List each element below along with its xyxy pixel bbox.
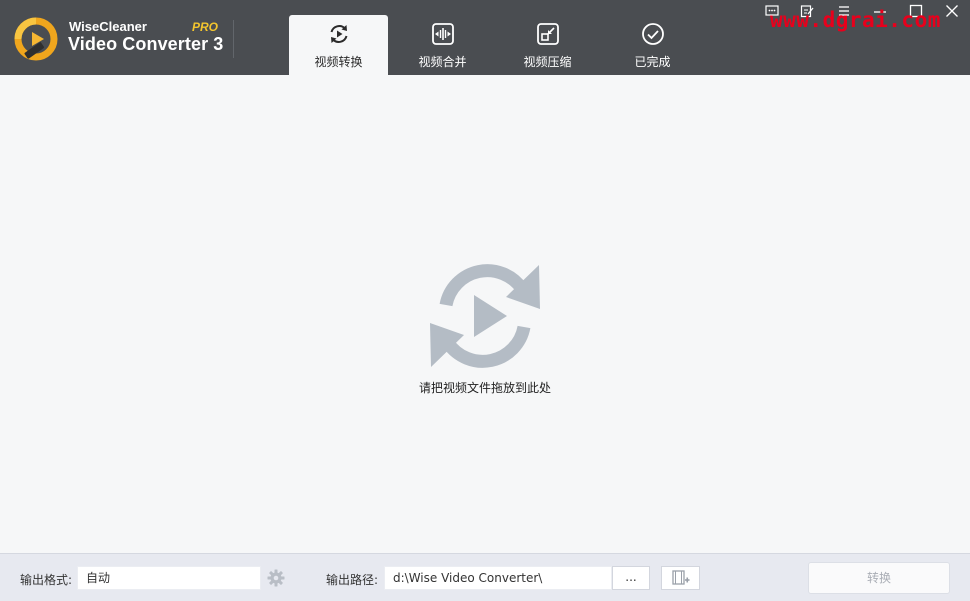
header-divider <box>233 20 234 58</box>
bottom-bar: 输出格式: 自动 输出路径: d:\Wise Video Converter\ … <box>0 553 970 601</box>
tab-done[interactable]: 已完成 <box>603 15 702 75</box>
close-icon <box>946 5 958 17</box>
drop-hint-text: 请把视频文件拖放到此处 <box>418 381 551 395</box>
pro-badge: PRO <box>192 20 219 34</box>
tab-convert[interactable]: 视频转换 <box>289 15 388 75</box>
output-path-input[interactable]: d:\Wise Video Converter\ <box>384 566 612 590</box>
output-format-select[interactable]: 自动 <box>77 566 261 590</box>
close-button[interactable] <box>941 4 963 22</box>
tab-compress-label: 视频压缩 <box>523 55 572 69</box>
tab-merge[interactable]: 视频合并 <box>393 15 492 75</box>
merge-icon <box>432 23 454 45</box>
app-title: Video Converter 3 <box>68 34 224 54</box>
compress-icon <box>537 23 559 45</box>
browse-button[interactable]: ... <box>612 566 650 590</box>
app-logo-icon <box>14 17 58 61</box>
watermark-text: www.dgrai.com <box>770 8 941 32</box>
tab-convert-label: 视频转换 <box>314 55 363 69</box>
drop-zone[interactable]: 请把视频文件拖放到此处 <box>0 75 970 553</box>
output-format-label: 输出格式: <box>20 573 73 587</box>
convert-button[interactable]: 转换 <box>808 562 950 594</box>
output-path-label: 输出路径: <box>326 573 379 587</box>
title-bar: WiseCleaner Video Converter 3 PRO 视频转换 视… <box>0 0 970 75</box>
convert-icon <box>330 25 348 43</box>
tab-compress[interactable]: 视频压缩 <box>498 15 597 75</box>
film-add-icon <box>671 570 689 585</box>
gear-icon[interactable] <box>267 569 285 587</box>
open-folder-button[interactable] <box>661 566 700 590</box>
convert-video-icon <box>430 264 540 368</box>
brand-company: WiseCleaner <box>69 19 147 34</box>
done-icon <box>642 23 664 45</box>
tab-merge-label: 视频合并 <box>418 55 467 69</box>
tab-done-label: 已完成 <box>634 55 671 69</box>
